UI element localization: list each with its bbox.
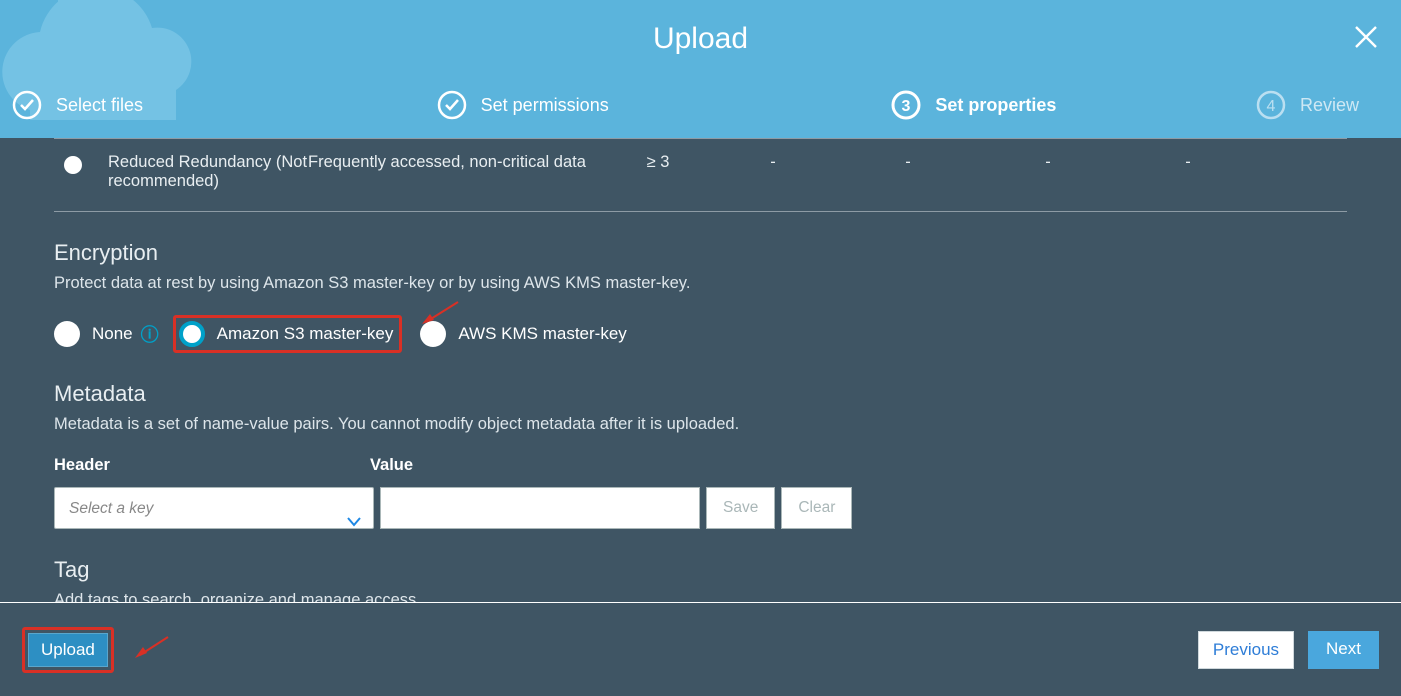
radio-icon[interactable]: [64, 156, 82, 174]
annotation-arrow-icon: [132, 635, 170, 663]
step-label: Set permissions: [481, 95, 609, 116]
radio-icon[interactable]: [54, 321, 80, 347]
radio-icon[interactable]: [179, 321, 205, 347]
close-icon[interactable]: [1353, 24, 1379, 55]
select-placeholder: Select a key: [69, 500, 153, 517]
metadata-desc: Metadata is a set of name-value pairs. Y…: [54, 415, 1347, 434]
svg-text:3: 3: [902, 98, 911, 115]
storage-class-name: Reduced Redundancy (Not recommended): [108, 153, 308, 191]
dialog-body: Reduced Redundancy (Not recommended) Fre…: [0, 138, 1401, 602]
step-set-permissions[interactable]: Set permissions: [437, 90, 802, 120]
step-label: Select files: [56, 95, 143, 116]
metadata-header-label: Header: [54, 456, 110, 475]
storage-class-row-reduced-redundancy[interactable]: Reduced Redundancy (Not recommended) Fre…: [54, 138, 1347, 212]
wizard-steps: Select files Set permissions 3 Set prope…: [0, 90, 1401, 120]
step-label: Set properties: [935, 95, 1056, 116]
encryption-option-kms-masterkey[interactable]: AWS KMS master-key: [420, 321, 626, 347]
radio-icon[interactable]: [420, 321, 446, 347]
storage-class-cell: -: [708, 153, 838, 172]
encryption-option-none[interactable]: None: [54, 321, 133, 347]
metadata-value-input[interactable]: [380, 487, 700, 529]
check-circle-icon: [12, 90, 42, 120]
dialog-header: Upload Select files Set permissions 3 Se…: [0, 0, 1401, 138]
button-label: Save: [723, 499, 758, 517]
storage-class-designed-for: Frequently accessed, non-critical data: [308, 153, 608, 172]
annotation-highlight-s3-masterkey: Amazon S3 master-key: [173, 315, 403, 353]
encryption-option-label: None: [92, 324, 133, 344]
button-label: Upload: [41, 640, 95, 659]
encryption-option-s3-masterkey[interactable]: Amazon S3 master-key: [179, 321, 394, 347]
storage-class-cell: -: [838, 153, 978, 172]
step-set-properties[interactable]: 3 Set properties: [891, 90, 1256, 120]
annotation-highlight-upload: Upload: [22, 627, 114, 673]
chevron-down-icon: [347, 502, 361, 544]
metadata-title: Metadata: [54, 381, 1347, 407]
encryption-title: Encryption: [54, 240, 1347, 266]
button-label: Clear: [798, 499, 835, 517]
storage-class-cell: -: [1118, 153, 1258, 172]
next-button[interactable]: Next: [1308, 631, 1379, 669]
encryption-options: None ⓘ Amazon S3 master-key AWS KMS mast…: [54, 315, 1347, 353]
encryption-desc: Protect data at rest by using Amazon S3 …: [54, 274, 1347, 293]
encryption-option-label: Amazon S3 master-key: [217, 324, 394, 344]
tag-title: Tag: [54, 557, 1347, 583]
metadata-save-button[interactable]: Save: [706, 487, 775, 529]
step-review[interactable]: 4 Review: [1256, 90, 1359, 120]
metadata-clear-button[interactable]: Clear: [781, 487, 852, 529]
step-select-files[interactable]: Select files: [12, 90, 377, 120]
encryption-option-label: AWS KMS master-key: [458, 324, 626, 344]
step-number-icon: 4: [1256, 90, 1286, 120]
upload-button[interactable]: Upload: [28, 633, 108, 667]
storage-class-cell: -: [978, 153, 1118, 172]
button-label: Next: [1326, 639, 1361, 658]
step-label: Review: [1300, 95, 1359, 116]
svg-text:4: 4: [1267, 98, 1276, 115]
dialog-title: Upload: [0, 0, 1401, 56]
metadata-header-select[interactable]: Select a key: [54, 487, 374, 529]
metadata-value-label: Value: [370, 456, 413, 475]
previous-button[interactable]: Previous: [1198, 631, 1294, 669]
dialog-footer: Upload Previous Next: [0, 602, 1401, 696]
button-label: Previous: [1213, 640, 1279, 659]
step-number-icon: 3: [891, 90, 921, 120]
info-icon[interactable]: ⓘ: [141, 321, 159, 347]
storage-class-az: ≥ 3: [608, 153, 708, 172]
check-circle-icon: [437, 90, 467, 120]
tag-desc: Add tags to search, organize and manage …: [54, 591, 1347, 602]
